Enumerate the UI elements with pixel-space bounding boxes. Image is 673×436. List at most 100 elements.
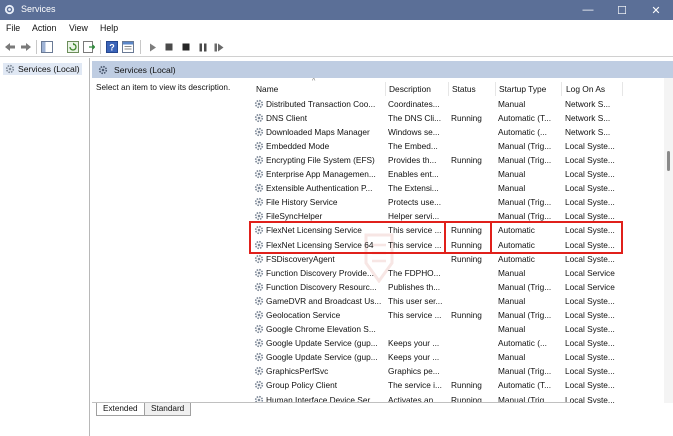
column-divider[interactable] (448, 82, 449, 96)
column-header-startup-type[interactable]: Startup Type (499, 84, 546, 94)
console-tree-icon[interactable] (40, 40, 54, 54)
export-icon[interactable] (82, 40, 96, 54)
forward-arrow-icon[interactable] (19, 40, 33, 54)
refresh-icon[interactable] (66, 40, 80, 54)
service-startup-type: Automatic (498, 239, 535, 250)
stop-button[interactable] (179, 40, 193, 54)
column-header-description[interactable]: Description (389, 84, 431, 94)
service-log-on-as: Local Service (565, 267, 615, 278)
menu-view[interactable]: View (69, 23, 88, 33)
service-row[interactable]: DNS Client The DNS Cli... Running Automatic… (252, 111, 664, 125)
service-name: Extensible Authentication P... (266, 183, 373, 194)
help-icon[interactable]: ? (105, 40, 119, 54)
gear-icon (254, 310, 264, 320)
service-startup-type: Automatic (498, 253, 535, 264)
service-row[interactable]: Google Chrome Elevation S... Manual Local … (252, 323, 664, 337)
vertical-scrollbar[interactable] (664, 78, 673, 403)
service-name-cell: Geolocation Service (254, 310, 386, 320)
service-name-cell: Distributed Transaction Coo... (254, 99, 386, 109)
play-icon[interactable] (146, 40, 160, 54)
column-header-status[interactable]: Status (452, 84, 476, 94)
tree-node-services-local[interactable]: Services (Local) (3, 63, 82, 75)
service-name-cell: Function Discovery Provide... (254, 268, 386, 278)
service-name: Function Discovery Resourc... (266, 281, 377, 292)
column-divider[interactable] (561, 82, 562, 96)
column-divider[interactable] (495, 82, 496, 96)
properties-icon[interactable] (121, 40, 135, 54)
service-status: Running (451, 253, 482, 264)
menu-help[interactable]: Help (100, 23, 118, 33)
service-row[interactable]: FileSyncHelper Helper servi... Manual (Tri… (252, 210, 664, 224)
service-row[interactable]: Geolocation Service This service ... Runni… (252, 308, 664, 322)
service-row[interactable]: FlexNet Licensing Service 64 This service… (252, 238, 664, 252)
service-row[interactable]: Google Update Service (gup... Keeps your … (252, 337, 664, 351)
menu-action[interactable]: Action (32, 23, 56, 33)
service-startup-type: Manual (Trig... (498, 154, 552, 165)
service-row[interactable]: Google Update Service (gup... Keeps your … (252, 351, 664, 365)
service-row[interactable]: Encrypting File System (EFS) Provides th.… (252, 153, 664, 167)
back-arrow-icon[interactable] (3, 40, 17, 54)
column-divider[interactable] (385, 82, 386, 96)
gear-icon (254, 113, 264, 122)
gear-icon (254, 99, 264, 108)
gear-icon (254, 141, 264, 150)
restart-icon[interactable] (212, 40, 226, 54)
service-log-on-as: Local Syste... (565, 380, 615, 391)
service-log-on-as: Local Syste... (565, 394, 615, 403)
service-row[interactable]: FlexNet Licensing Service This service ..… (252, 224, 664, 238)
minimize-button[interactable]: — (571, 0, 605, 20)
service-log-on-as: Local Syste... (565, 295, 615, 306)
service-log-on-as: Network S... (565, 126, 611, 137)
service-row[interactable]: Embedded Mode The Embed... Manual (Trig...… (252, 139, 664, 153)
service-name: FileSyncHelper (266, 211, 323, 222)
close-icon: ✕ (651, 4, 661, 17)
service-name-cell: Google Chrome Elevation S... (254, 324, 386, 334)
service-row[interactable]: Extensible Authentication P... The Extens… (252, 182, 664, 196)
service-name-cell: FileSyncHelper (254, 211, 386, 221)
service-row[interactable]: Downloaded Maps Manager Windows se... Auto… (252, 125, 664, 139)
menu-file[interactable]: File (6, 23, 20, 33)
column-divider[interactable] (622, 82, 623, 96)
service-log-on-as: Local Syste... (565, 239, 615, 250)
service-name-cell: File History Service (254, 197, 386, 207)
details-pane: Services (Local) Select an item to view … (92, 58, 673, 436)
service-row[interactable]: Group Policy Client The service i... Runni… (252, 379, 664, 393)
service-name: Embedded Mode (266, 140, 330, 151)
service-log-on-as: Local Syste... (565, 310, 615, 320)
close-button[interactable]: ✕ (639, 0, 673, 20)
service-startup-type: Manual (Trig... (498, 281, 552, 292)
service-description: This service ... (388, 239, 442, 250)
service-name: Google Chrome Elevation S... (266, 324, 376, 335)
pause-icon[interactable] (196, 40, 210, 54)
service-log-on-as: Local Syste... (565, 253, 615, 264)
gear-icon (254, 226, 264, 235)
service-row[interactable]: Enterprise App Managemen... Enables ent..… (252, 167, 664, 181)
service-row[interactable]: File History Service Protects use... Manua… (252, 196, 664, 210)
service-status: Running (451, 380, 482, 391)
service-name-cell: GraphicsPerfSvc (254, 366, 386, 376)
column-header-log-on-as[interactable]: Log On As (566, 84, 605, 94)
service-row[interactable]: Function Discovery Resourc... Publishes t… (252, 280, 664, 294)
gear-icon (254, 169, 264, 179)
service-description: Windows se... (388, 126, 440, 137)
service-row[interactable]: Distributed Transaction Coo... Coordinate… (252, 97, 664, 111)
service-row[interactable]: Function Discovery Provide... The FDPHO..… (252, 266, 664, 280)
gear-icon (254, 296, 264, 306)
gear-icon (254, 282, 264, 291)
service-description: The Embed... (388, 140, 438, 151)
service-log-on-as: Local Syste... (565, 154, 615, 165)
service-startup-type: Automatic (498, 225, 535, 236)
service-row[interactable]: GraphicsPerfSvc Graphics pe... Manual (Tri… (252, 365, 664, 379)
tab-extended[interactable]: Extended (96, 403, 145, 416)
service-description: This service ... (388, 310, 442, 320)
maximize-button[interactable]: ☐ (605, 0, 639, 20)
pane-title: Services (Local) (114, 64, 176, 75)
column-header-name[interactable]: Name (256, 84, 278, 94)
toolbar-separator (36, 40, 37, 54)
service-row[interactable]: GameDVR and Broadcast Us... This user ser… (252, 294, 664, 308)
service-row[interactable]: FSDiscoveryAgent Running Automatic Local Sy… (252, 252, 664, 266)
scrollbar-thumb[interactable] (667, 151, 670, 171)
stop-icon[interactable] (162, 40, 176, 54)
service-status: Running (451, 225, 482, 236)
tab-standard[interactable]: Standard (144, 403, 192, 416)
